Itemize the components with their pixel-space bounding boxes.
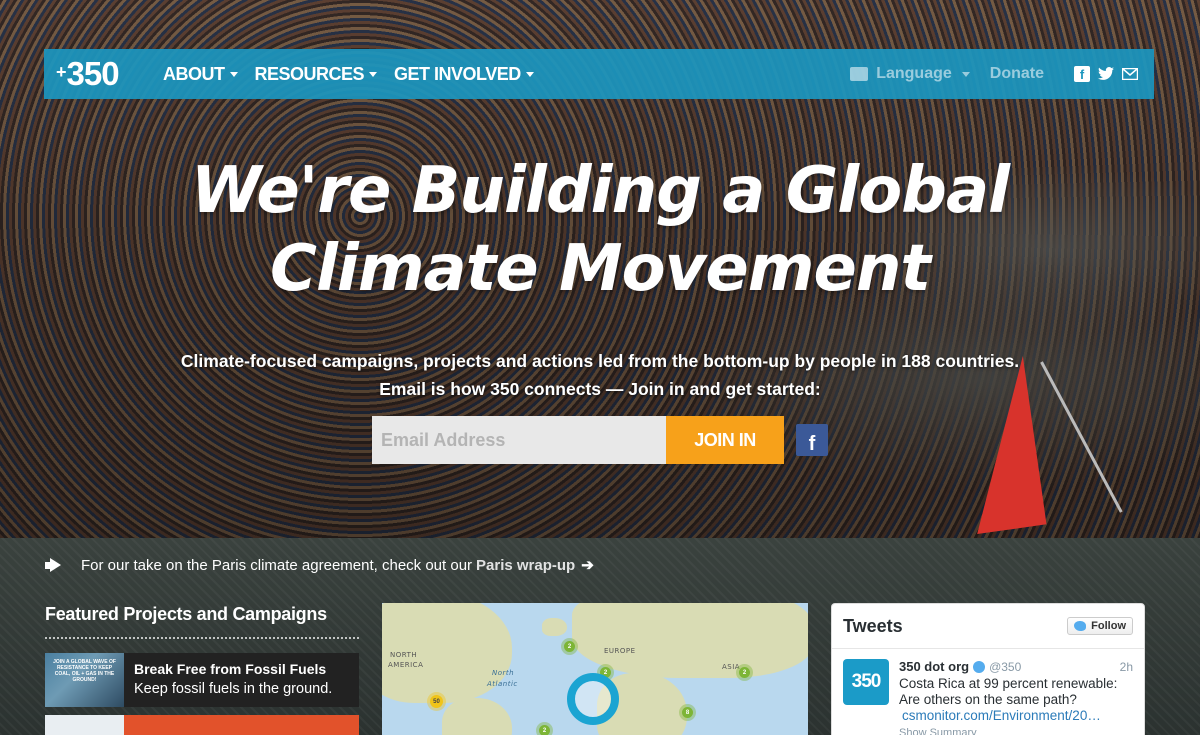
paris-wrap-up-link[interactable]: Paris wrap-up bbox=[476, 557, 575, 574]
tweet: 350 350 dot org @350 2h Costa Rica at 99… bbox=[832, 649, 1144, 735]
featured-item-bar-partial bbox=[124, 715, 359, 735]
featured-item-title: Break Free from Fossil Fuels bbox=[134, 661, 327, 677]
nav-resources-label: Resources bbox=[254, 63, 365, 84]
verified-badge-icon bbox=[973, 660, 986, 673]
chevron-down-icon bbox=[961, 71, 970, 77]
nav-get-involved[interactable]: Get Involved bbox=[394, 64, 534, 85]
nav-about-label: About bbox=[163, 63, 225, 84]
headline-line-1: We're Building a Global bbox=[190, 154, 1010, 228]
speech-bubble-icon bbox=[850, 67, 869, 81]
nav-right-group: Language Donate f bbox=[850, 65, 1138, 83]
tweet-text: Costa Rica at 99 percent renewable: Are … bbox=[899, 676, 1118, 707]
featured-thumbnail-partial bbox=[45, 715, 124, 735]
donate-link[interactable]: Donate bbox=[990, 65, 1044, 83]
chevron-down-icon bbox=[229, 71, 238, 77]
featured-item[interactable]: JOIN A GLOBAL WAVE OF RESISTANCE TO KEEP… bbox=[45, 653, 359, 707]
email-icon[interactable] bbox=[1122, 66, 1138, 82]
featured-projects: Featured Projects and Campaigns JOIN A G… bbox=[45, 604, 359, 735]
map-focus-ring bbox=[567, 673, 619, 725]
headline-line-2: Climate Movement bbox=[269, 232, 931, 306]
featured-item-subtitle: Keep fossil fuels in the ground. bbox=[134, 681, 333, 697]
map-label: North bbox=[492, 669, 515, 677]
map-label: Atlantic bbox=[487, 680, 518, 688]
thumbnail-text: JOIN A GLOBAL WAVE OF RESISTANCE TO KEEP… bbox=[53, 659, 116, 683]
map-label: AMERICA bbox=[388, 661, 424, 669]
tweet-link[interactable]: csmonitor.com/Environment/20… bbox=[902, 708, 1133, 723]
join-in-button[interactable]: JOIN IN bbox=[666, 416, 784, 464]
featured-item-text: Break Free from Fossil Fuels Keep fossil… bbox=[124, 653, 342, 707]
avatar[interactable]: 350 bbox=[843, 659, 889, 705]
tweet-handle[interactable]: @350 bbox=[989, 660, 1021, 674]
tweet-author-name[interactable]: 350 dot org bbox=[899, 659, 969, 674]
arrow-right-icon: ➔ bbox=[581, 557, 594, 574]
map-cluster-marker[interactable]: 2 bbox=[739, 667, 750, 678]
world-map[interactable]: NORTH AMERICA North Atlantic EUROPE ASIA… bbox=[382, 603, 808, 735]
nav-get-involved-label: Get Involved bbox=[394, 63, 521, 84]
tweets-title: Tweets bbox=[843, 615, 903, 636]
facebook-signup-icon[interactable]: f bbox=[796, 424, 828, 456]
chevron-down-icon bbox=[525, 71, 534, 77]
plus-icon: + bbox=[56, 62, 66, 82]
nav-about[interactable]: About bbox=[163, 64, 238, 85]
paris-notice: For our take on the Paris climate agreem… bbox=[45, 556, 594, 574]
avatar-text: 350 bbox=[851, 671, 882, 692]
twitter-widget: Tweets Follow 350 350 dot org @350 2h Co… bbox=[831, 603, 1145, 735]
notice-text: For our take on the Paris climate agreem… bbox=[81, 556, 473, 574]
subtext-line-2: Email is how 350 connects — Join in and … bbox=[379, 379, 821, 399]
megaphone-icon bbox=[45, 558, 67, 572]
twitter-bird-icon bbox=[1074, 621, 1087, 631]
logo-text: 350 bbox=[66, 55, 120, 92]
chevron-down-icon bbox=[369, 71, 378, 77]
map-label: NORTH bbox=[390, 651, 418, 659]
twitter-icon[interactable] bbox=[1098, 66, 1114, 82]
tweet-meta: 350 dot org @350 2h bbox=[899, 659, 1133, 674]
nav-resources[interactable]: Resources bbox=[255, 64, 378, 85]
subtext-line-1: Climate-focused campaigns, projects and … bbox=[180, 351, 1020, 371]
featured-thumbnail: JOIN A GLOBAL WAVE OF RESISTANCE TO KEEP… bbox=[45, 653, 124, 707]
350-logo[interactable]: +350 bbox=[56, 55, 146, 93]
tweet-content: 350 dot org @350 2h Costa Rica at 99 per… bbox=[899, 659, 1133, 735]
map-cluster-marker[interactable]: 50 bbox=[430, 695, 443, 708]
featured-item-partial[interactable] bbox=[45, 715, 359, 735]
tweet-timestamp[interactable]: 2h bbox=[1120, 660, 1133, 674]
map-cluster-marker[interactable]: 2 bbox=[539, 725, 550, 735]
show-summary-link[interactable]: Show Summary bbox=[899, 727, 1133, 735]
language-label: Language bbox=[876, 65, 952, 82]
land-south-america bbox=[442, 698, 512, 735]
language-selector[interactable]: Language bbox=[850, 65, 970, 83]
map-cluster-marker[interactable]: 2 bbox=[564, 641, 575, 652]
tweets-header: Tweets Follow bbox=[832, 604, 1144, 649]
signup-form: JOIN IN f bbox=[372, 416, 828, 464]
hero-headline: We're Building a Global Climate Movement bbox=[120, 152, 1080, 308]
map-cluster-marker[interactable]: 8 bbox=[682, 707, 693, 718]
email-input[interactable] bbox=[372, 416, 666, 464]
follow-label: Follow bbox=[1091, 620, 1126, 632]
map-label: EUROPE bbox=[604, 647, 636, 655]
facebook-icon[interactable]: f bbox=[1074, 66, 1090, 82]
map-label: ASIA bbox=[722, 663, 741, 671]
main-navbar: +350 About Resources Get Involved Langua… bbox=[44, 49, 1154, 99]
social-links: f bbox=[1074, 66, 1138, 82]
land-greenland bbox=[542, 618, 567, 636]
featured-heading: Featured Projects and Campaigns bbox=[45, 604, 359, 639]
hero-subtext: Climate-focused campaigns, projects and … bbox=[100, 347, 1100, 403]
follow-button[interactable]: Follow bbox=[1067, 617, 1133, 635]
